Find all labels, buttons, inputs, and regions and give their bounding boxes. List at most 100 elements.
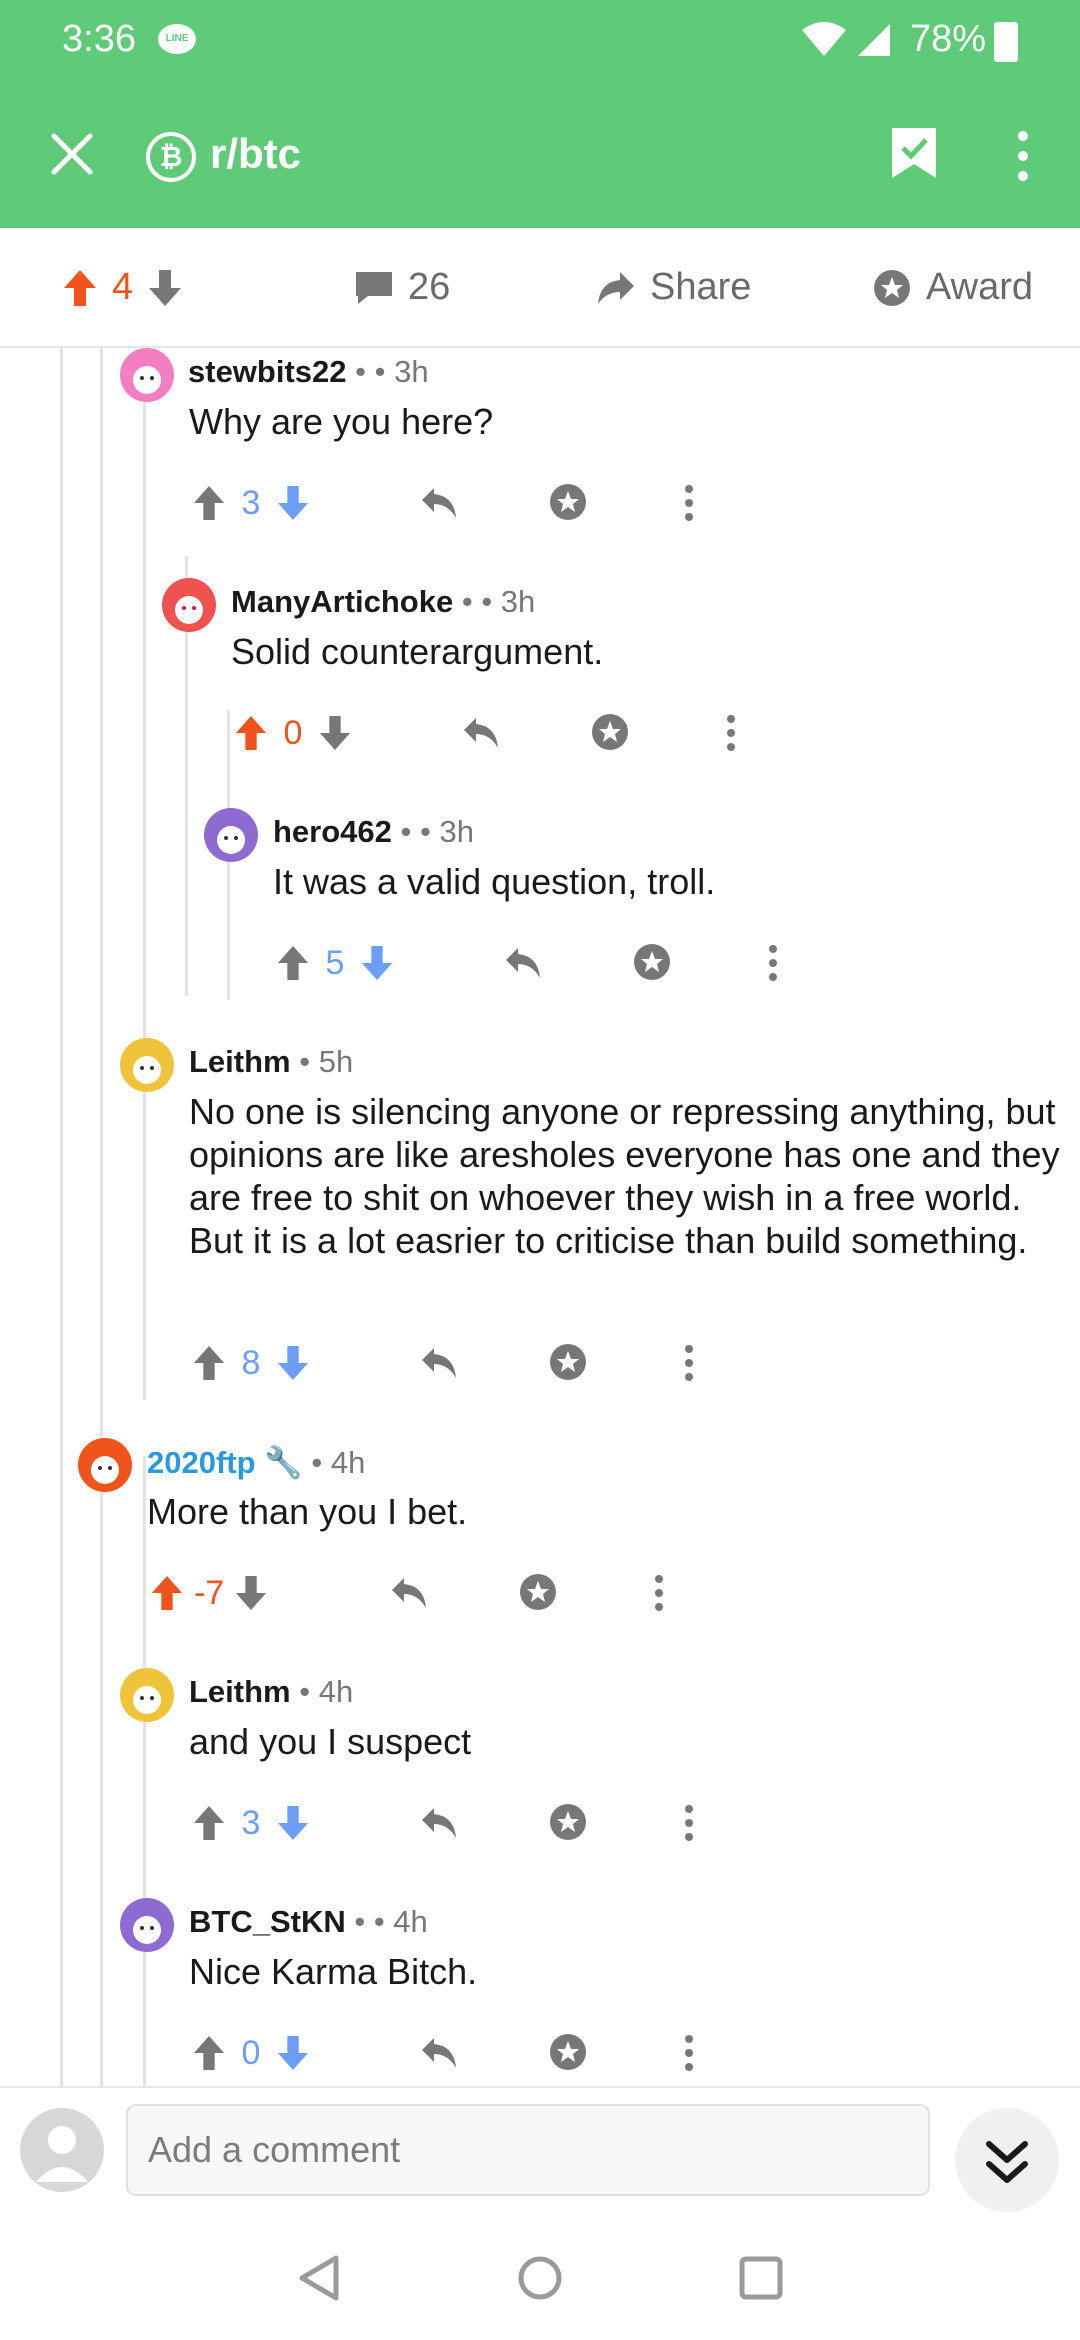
username[interactable]: stewbits22: [188, 354, 347, 389]
comment-action-row: -7: [150, 1568, 690, 1618]
username[interactable]: Leithm: [189, 1674, 291, 1709]
reply-icon[interactable]: [420, 1346, 458, 1380]
more-icon[interactable]: [684, 484, 694, 522]
username[interactable]: BTC_StKN: [189, 1904, 346, 1939]
reply-icon[interactable]: [390, 1576, 428, 1610]
avatar: [120, 348, 174, 402]
comment-thread: stewbits22 • • 3h Why are you here? 3 Ma…: [0, 346, 1080, 2086]
share-button[interactable]: Share: [596, 266, 751, 309]
downvote-icon[interactable]: [234, 1574, 268, 1612]
username[interactable]: 2020ftp: [147, 1445, 256, 1480]
reply-icon[interactable]: [420, 1806, 458, 1840]
username[interactable]: ManyArtichoke: [231, 584, 453, 619]
avatar: [162, 578, 216, 632]
award-icon[interactable]: [548, 1802, 588, 1842]
award-icon[interactable]: [632, 942, 672, 982]
more-icon[interactable]: [684, 2034, 694, 2072]
more-icon[interactable]: [726, 714, 736, 752]
double-chevron-down-icon: [986, 2141, 1028, 2183]
upvote-icon[interactable]: [192, 484, 226, 522]
award-button[interactable]: Award: [872, 266, 1033, 309]
battery-percent: 78%: [910, 18, 987, 60]
downvote-icon[interactable]: [276, 1344, 310, 1382]
comment-text: and you I suspect: [189, 1721, 472, 1762]
username[interactable]: Leithm: [189, 1044, 291, 1079]
award-icon[interactable]: [590, 712, 630, 752]
comment-action-row: 8: [192, 1338, 732, 1388]
award-icon[interactable]: [548, 1342, 588, 1382]
award-icon[interactable]: [548, 482, 588, 522]
comment-text: Nice Karma Bitch.: [189, 1951, 478, 1992]
reply-icon[interactable]: [462, 716, 500, 750]
bitcoin-icon: ₿: [146, 132, 196, 182]
downvote-icon[interactable]: [276, 1804, 310, 1842]
more-icon[interactable]: [684, 1344, 694, 1382]
comment-action-row: 0: [234, 708, 774, 758]
user-avatar[interactable]: [20, 2108, 104, 2192]
more-icon[interactable]: [1010, 126, 1036, 186]
bookmark-icon[interactable]: [888, 124, 940, 182]
comment-action-row: 5: [276, 938, 816, 988]
battery-icon: [994, 22, 1018, 62]
thread-rail: [143, 1456, 146, 2086]
comment-text: More than you I bet.: [147, 1491, 468, 1532]
more-icon[interactable]: [684, 1804, 694, 1842]
comment-score: 8: [241, 1343, 261, 1382]
jump-down-button[interactable]: [955, 2108, 1059, 2212]
post-action-bar: 4 26 Share Award: [0, 228, 1080, 348]
comment-action-row: 3: [192, 1798, 732, 1848]
comment-score: 3: [241, 483, 261, 522]
upvote-icon[interactable]: [62, 268, 98, 308]
downvote-icon[interactable]: [276, 2034, 310, 2072]
award-label: Award: [926, 266, 1034, 308]
recents-icon[interactable]: [738, 2254, 784, 2302]
share-label: Share: [650, 266, 752, 308]
comment-score: -7: [194, 1573, 225, 1612]
downvote-icon[interactable]: [276, 484, 310, 522]
award-icon[interactable]: [518, 1572, 558, 1612]
award-icon: [874, 269, 910, 306]
comment-text: It was a valid question, troll.: [273, 861, 716, 902]
system-nav-bar: [0, 2216, 1080, 2340]
reply-icon[interactable]: [420, 2036, 458, 2070]
downvote-icon[interactable]: [360, 944, 394, 982]
comment-text: Why are you here?: [189, 401, 494, 442]
comment-count: 26: [408, 266, 451, 308]
upvote-icon[interactable]: [150, 1574, 184, 1612]
add-comment-input[interactable]: Add a comment: [126, 2104, 930, 2196]
downvote-icon[interactable]: [318, 714, 352, 752]
award-icon[interactable]: [548, 2032, 588, 2072]
avatar: [120, 1668, 174, 1722]
comment-score: 0: [241, 2033, 261, 2072]
top-toolbar: ₿ r/btc: [0, 80, 1080, 228]
wrench-icon: 🔧: [264, 1445, 303, 1480]
avatar: [204, 808, 258, 862]
upvote-icon[interactable]: [192, 1804, 226, 1842]
back-icon[interactable]: [296, 2254, 342, 2302]
reply-icon[interactable]: [504, 946, 542, 980]
comment-action-row: 3: [192, 478, 732, 528]
home-icon[interactable]: [516, 2254, 564, 2302]
status-bar: 3:36 LINE 78%: [0, 0, 1080, 80]
downvote-icon[interactable]: [147, 268, 183, 308]
comments-button[interactable]: 26: [354, 266, 450, 309]
upvote-icon[interactable]: [234, 714, 268, 752]
close-icon[interactable]: [46, 128, 98, 180]
thread-rail: [60, 346, 63, 2086]
reply-icon[interactable]: [420, 486, 458, 520]
timestamp: • 4h: [299, 1674, 354, 1709]
subreddit-name[interactable]: r/btc: [210, 130, 301, 178]
signal-icon: [858, 24, 890, 56]
more-icon[interactable]: [768, 944, 778, 982]
comment-composer: Add a comment: [0, 2086, 1080, 2218]
more-icon[interactable]: [654, 1574, 664, 1612]
timestamp: • 4h: [311, 1445, 366, 1480]
avatar: [120, 1898, 174, 1952]
upvote-icon[interactable]: [192, 2034, 226, 2072]
line-icon: LINE: [158, 24, 196, 54]
thread-rail: [100, 346, 103, 2086]
timestamp: • 4h: [373, 1904, 428, 1939]
username[interactable]: hero462: [273, 814, 392, 849]
upvote-icon[interactable]: [276, 944, 310, 982]
upvote-icon[interactable]: [192, 1344, 226, 1382]
